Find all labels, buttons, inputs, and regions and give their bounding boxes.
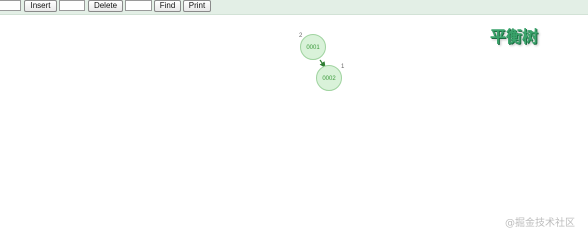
node-height-label: 1 (341, 64, 345, 70)
tree-node-0001[interactable]: 0001 2 (299, 33, 326, 60)
node-height-label: 2 (299, 33, 303, 39)
node-label: 0002 (322, 76, 336, 82)
watermark: @掘金技术社区 (505, 218, 575, 229)
node-label: 0001 (306, 45, 320, 51)
tree-node-0002[interactable]: 0002 1 (316, 64, 346, 91)
tree-canvas: 0001 2 0002 1 (299, 33, 346, 91)
